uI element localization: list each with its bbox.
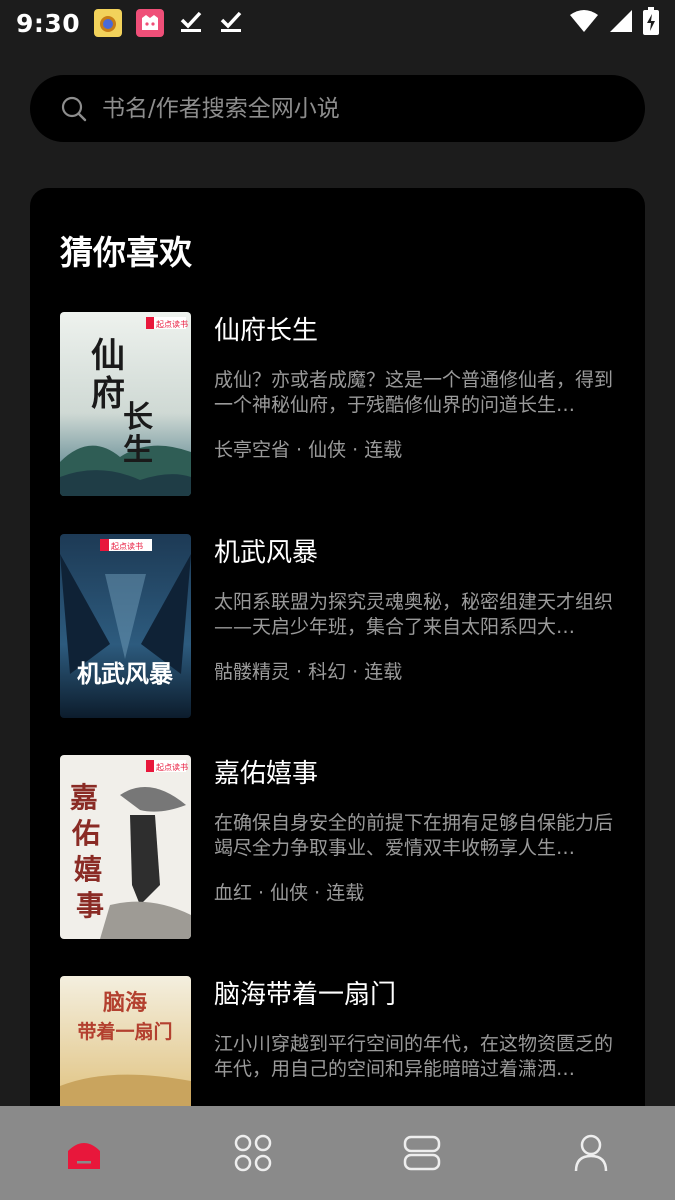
category-icon bbox=[234, 1134, 272, 1172]
book-title[interactable]: 脑海带着一扇门 bbox=[214, 976, 620, 1014]
book-description: 在确保自身安全的前提下在拥有足够自保能力后竭尽全力争取事业、爱情双丰收畅享人生… bbox=[214, 812, 614, 859]
download-check-icon bbox=[178, 8, 204, 38]
nav-category[interactable] bbox=[169, 1106, 338, 1200]
svg-text:仙: 仙 bbox=[91, 336, 125, 376]
book-meta: 骷髅精灵 · 科幻 · 连载 bbox=[214, 661, 403, 683]
book-cover[interactable]: 起点读书 机武风暴 bbox=[60, 534, 191, 718]
book-item[interactable]: 起点读书 仙 府 长 生 仙府长生 成仙？亦或者成魔？这是一个普通修仙者，得到一… bbox=[60, 312, 620, 496]
nav-profile[interactable] bbox=[506, 1106, 675, 1200]
search-icon bbox=[61, 96, 87, 121]
status-bar: 9:30 bbox=[0, 0, 675, 46]
cover-title: 机武风暴 bbox=[77, 660, 174, 688]
book-description: 太阳系联盟为探究灵魂奥秘，秘密组建天才组织——天启少年班，集合了来自太阳系四大… bbox=[214, 591, 614, 638]
search-input[interactable] bbox=[100, 94, 645, 123]
bottom-nav bbox=[0, 1106, 675, 1200]
book-item[interactable]: 起点读书 嘉 佑 嬉 事 嘉佑嬉事 在确保自身安全的前提下在拥有足够自保能力后竭… bbox=[60, 755, 620, 939]
book-title[interactable]: 嘉佑嬉事 bbox=[214, 755, 620, 793]
svg-text:长: 长 bbox=[123, 400, 153, 435]
search-bar[interactable] bbox=[30, 75, 645, 142]
book-description: 江小川穿越到平行空间的年代，在这物资匮乏的年代，用自己的空间和异能暗暗过着潇洒… bbox=[214, 1033, 614, 1080]
svg-text:脑海: 脑海 bbox=[103, 990, 147, 1016]
svg-text:带着一扇门: 带着一扇门 bbox=[77, 1020, 172, 1043]
battery-charging-icon bbox=[643, 7, 659, 39]
svg-text:生: 生 bbox=[123, 433, 153, 468]
book-meta: 血红 · 仙侠 · 连载 bbox=[214, 882, 365, 904]
app-badge-pink bbox=[136, 9, 165, 37]
cover-publisher: 起点读书 bbox=[156, 762, 188, 772]
cover-publisher: 起点读书 bbox=[111, 541, 143, 551]
cover-publisher: 起点读书 bbox=[156, 319, 188, 329]
wifi-icon bbox=[569, 9, 599, 37]
book-title[interactable]: 仙府长生 bbox=[214, 312, 620, 350]
bookshelf-icon bbox=[403, 1135, 441, 1171]
book-title[interactable]: 机武风暴 bbox=[214, 534, 620, 572]
app-badge-yellow bbox=[94, 9, 123, 37]
screen: 9:30 书名/作者搜索全网小说 猜你喜欢 起点读书 仙 府 长 生 仙府长生 … bbox=[0, 0, 675, 1200]
signal-icon bbox=[609, 9, 633, 37]
recommend-card: 猜你喜欢 起点读书 仙 府 长 生 仙府长生 成仙？亦或者成魔？这是一个普通修仙… bbox=[30, 188, 645, 1188]
download-check-icon bbox=[218, 8, 244, 38]
svg-text:嬉: 嬉 bbox=[74, 853, 102, 886]
profile-icon bbox=[574, 1134, 607, 1172]
svg-text:事: 事 bbox=[76, 889, 104, 922]
section-title: 猜你喜欢 bbox=[60, 233, 192, 272]
nav-bookshelf[interactable] bbox=[338, 1106, 507, 1200]
status-time: 9:30 bbox=[16, 8, 81, 38]
nav-home[interactable] bbox=[0, 1106, 169, 1200]
book-cover[interactable]: 起点读书 嘉 佑 嬉 事 bbox=[60, 755, 191, 939]
svg-text:府: 府 bbox=[91, 374, 125, 414]
book-description: 成仙？亦或者成魔？这是一个普通修仙者，得到一个神秘仙府，于残酷修仙界的问道长生… bbox=[214, 369, 614, 416]
svg-text:嘉: 嘉 bbox=[70, 781, 98, 814]
book-item[interactable]: 起点读书 机武风暴 机武风暴 太阳系联盟为探究灵魂奥秘，秘密组建天才组织——天启… bbox=[60, 534, 620, 718]
home-icon bbox=[68, 1143, 101, 1169]
book-meta: 长亭空省 · 仙侠 · 连载 bbox=[214, 439, 403, 461]
svg-text:佑: 佑 bbox=[71, 817, 100, 850]
book-cover[interactable]: 起点读书 仙 府 长 生 bbox=[60, 312, 191, 496]
